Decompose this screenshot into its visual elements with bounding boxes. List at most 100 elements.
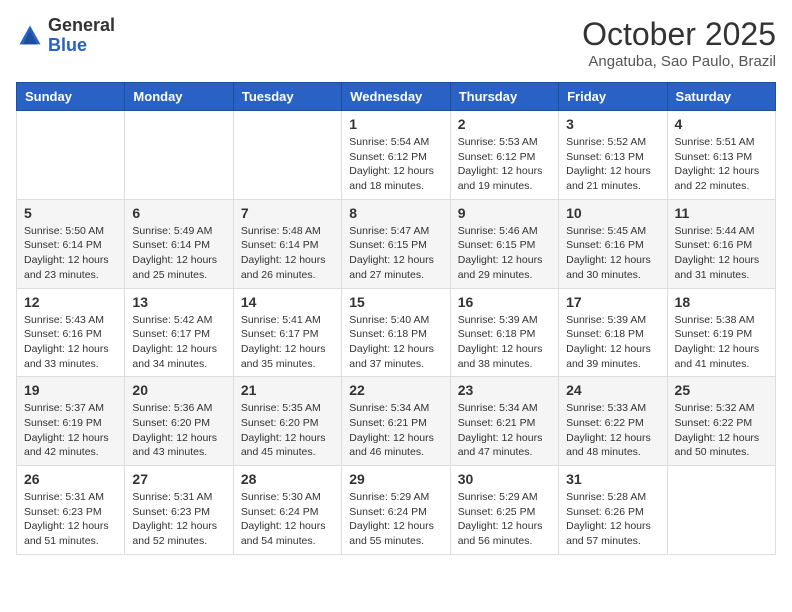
day-number: 12 bbox=[24, 294, 117, 310]
calendar-cell: 17 Sunrise: 5:39 AM Sunset: 6:18 PM Dayli… bbox=[559, 288, 667, 377]
calendar-week-2: 5 Sunrise: 5:50 AM Sunset: 6:14 PM Daylig… bbox=[17, 199, 776, 288]
day-info: Sunrise: 5:45 AM Sunset: 6:16 PM Dayligh… bbox=[566, 224, 659, 283]
calendar-cell: 24Sunrise: 5:33 AM Sunset: 6:22 PM Dayli… bbox=[559, 377, 667, 466]
day-number: 17 bbox=[566, 294, 659, 310]
day-number: 2 bbox=[458, 116, 551, 132]
day-number: 10 bbox=[566, 205, 659, 221]
day-info: Sunrise: 5:39 AM Sunset: 6:18 PM Dayligh… bbox=[566, 313, 659, 372]
calendar-cell: 28 Sunrise: 5:30 AM Sunset: 6:24 PM Dayli… bbox=[233, 466, 341, 555]
calendar-cell: 5 Sunrise: 5:50 AM Sunset: 6:14 PM Daylig… bbox=[17, 199, 125, 288]
day-info: Sunrise: 5:29 AM Sunset: 6:24 PM Dayligh… bbox=[349, 490, 442, 549]
day-info: Sunrise: 5:51 AM Sunset: 6:13 PM Dayligh… bbox=[675, 135, 768, 194]
calendar-cell: 7Sunrise: 5:48 AM Sunset: 6:14 PM Daylig… bbox=[233, 199, 341, 288]
day-info: Sunrise: 5:32 AM Sunset: 6:22 PM Dayligh… bbox=[675, 401, 768, 460]
day-number: 9 bbox=[458, 205, 551, 221]
day-info: Sunrise: 5:33 AM Sunset: 6:22 PM Dayligh… bbox=[566, 401, 659, 460]
day-info: Sunrise: 5:42 AM Sunset: 6:17 PM Dayligh… bbox=[132, 313, 225, 372]
day-number: 3 bbox=[566, 116, 659, 132]
calendar-cell: 4Sunrise: 5:51 AM Sunset: 6:13 PM Daylig… bbox=[667, 111, 775, 200]
calendar-cell: 30 Sunrise: 5:29 AM Sunset: 6:25 PM Dayli… bbox=[450, 466, 558, 555]
day-number: 16 bbox=[458, 294, 551, 310]
calendar-cell: 13 Sunrise: 5:42 AM Sunset: 6:17 PM Dayli… bbox=[125, 288, 233, 377]
day-info: Sunrise: 5:35 AM Sunset: 6:20 PM Dayligh… bbox=[241, 401, 334, 460]
calendar-table: SundayMondayTuesdayWednesdayThursdayFrid… bbox=[16, 82, 776, 555]
day-number: 25 bbox=[675, 382, 768, 398]
day-number: 6 bbox=[132, 205, 225, 221]
calendar-cell bbox=[17, 111, 125, 200]
day-number: 8 bbox=[349, 205, 442, 221]
calendar-cell: 29 Sunrise: 5:29 AM Sunset: 6:24 PM Dayli… bbox=[342, 466, 450, 555]
day-number: 7 bbox=[241, 205, 334, 221]
calendar-cell: 1 Sunrise: 5:54 AM Sunset: 6:12 PM Daylig… bbox=[342, 111, 450, 200]
day-info: Sunrise: 5:36 AM Sunset: 6:20 PM Dayligh… bbox=[132, 401, 225, 460]
day-number: 1 bbox=[349, 116, 442, 132]
day-info: Sunrise: 5:29 AM Sunset: 6:25 PM Dayligh… bbox=[458, 490, 551, 549]
logo-text: General Blue bbox=[48, 16, 115, 56]
calendar-cell: 19 Sunrise: 5:37 AM Sunset: 6:19 PM Dayli… bbox=[17, 377, 125, 466]
day-info: Sunrise: 5:43 AM Sunset: 6:16 PM Dayligh… bbox=[24, 313, 117, 372]
day-info: Sunrise: 5:31 AM Sunset: 6:23 PM Dayligh… bbox=[132, 490, 225, 549]
calendar-cell: 21 Sunrise: 5:35 AM Sunset: 6:20 PM Dayli… bbox=[233, 377, 341, 466]
day-info: Sunrise: 5:28 AM Sunset: 6:26 PM Dayligh… bbox=[566, 490, 659, 549]
calendar-cell: 2 Sunrise: 5:53 AM Sunset: 6:12 PM Daylig… bbox=[450, 111, 558, 200]
day-info: Sunrise: 5:34 AM Sunset: 6:21 PM Dayligh… bbox=[458, 401, 551, 460]
day-info: Sunrise: 5:37 AM Sunset: 6:19 PM Dayligh… bbox=[24, 401, 117, 460]
day-number: 19 bbox=[24, 382, 117, 398]
day-number: 26 bbox=[24, 471, 117, 487]
calendar-cell: 12 Sunrise: 5:43 AM Sunset: 6:16 PM Dayli… bbox=[17, 288, 125, 377]
day-info: Sunrise: 5:54 AM Sunset: 6:12 PM Dayligh… bbox=[349, 135, 442, 194]
day-info: Sunrise: 5:41 AM Sunset: 6:17 PM Dayligh… bbox=[241, 313, 334, 372]
day-number: 29 bbox=[349, 471, 442, 487]
calendar-header-row: SundayMondayTuesdayWednesdayThursdayFrid… bbox=[17, 83, 776, 111]
day-number: 13 bbox=[132, 294, 225, 310]
day-number: 21 bbox=[241, 382, 334, 398]
day-number: 20 bbox=[132, 382, 225, 398]
day-number: 30 bbox=[458, 471, 551, 487]
day-header-saturday: Saturday bbox=[667, 83, 775, 111]
day-number: 5 bbox=[24, 205, 117, 221]
calendar-cell: 16 Sunrise: 5:39 AM Sunset: 6:18 PM Dayli… bbox=[450, 288, 558, 377]
day-header-tuesday: Tuesday bbox=[233, 83, 341, 111]
calendar-cell: 3 Sunrise: 5:52 AM Sunset: 6:13 PM Daylig… bbox=[559, 111, 667, 200]
day-info: Sunrise: 5:52 AM Sunset: 6:13 PM Dayligh… bbox=[566, 135, 659, 194]
calendar-cell bbox=[667, 466, 775, 555]
calendar-cell: 15Sunrise: 5:40 AM Sunset: 6:18 PM Dayli… bbox=[342, 288, 450, 377]
calendar-cell: 18Sunrise: 5:38 AM Sunset: 6:19 PM Dayli… bbox=[667, 288, 775, 377]
calendar-cell bbox=[233, 111, 341, 200]
day-info: Sunrise: 5:34 AM Sunset: 6:21 PM Dayligh… bbox=[349, 401, 442, 460]
title-block: October 2025 Angatuba, Sao Paulo, Brazil bbox=[582, 16, 776, 70]
day-number: 14 bbox=[241, 294, 334, 310]
calendar-cell: 11Sunrise: 5:44 AM Sunset: 6:16 PM Dayli… bbox=[667, 199, 775, 288]
day-info: Sunrise: 5:31 AM Sunset: 6:23 PM Dayligh… bbox=[24, 490, 117, 549]
calendar-cell: 26 Sunrise: 5:31 AM Sunset: 6:23 PM Dayli… bbox=[17, 466, 125, 555]
day-number: 22 bbox=[349, 382, 442, 398]
day-info: Sunrise: 5:46 AM Sunset: 6:15 PM Dayligh… bbox=[458, 224, 551, 283]
calendar-cell: 6 Sunrise: 5:49 AM Sunset: 6:14 PM Daylig… bbox=[125, 199, 233, 288]
day-info: Sunrise: 5:38 AM Sunset: 6:19 PM Dayligh… bbox=[675, 313, 768, 372]
day-number: 23 bbox=[458, 382, 551, 398]
calendar-week-3: 12 Sunrise: 5:43 AM Sunset: 6:16 PM Dayli… bbox=[17, 288, 776, 377]
day-number: 11 bbox=[675, 205, 768, 221]
day-header-wednesday: Wednesday bbox=[342, 83, 450, 111]
calendar-week-5: 26 Sunrise: 5:31 AM Sunset: 6:23 PM Dayli… bbox=[17, 466, 776, 555]
calendar-cell: 14 Sunrise: 5:41 AM Sunset: 6:17 PM Dayli… bbox=[233, 288, 341, 377]
day-header-thursday: Thursday bbox=[450, 83, 558, 111]
day-info: Sunrise: 5:53 AM Sunset: 6:12 PM Dayligh… bbox=[458, 135, 551, 194]
calendar-week-1: 1 Sunrise: 5:54 AM Sunset: 6:12 PM Daylig… bbox=[17, 111, 776, 200]
logo-blue-text: Blue bbox=[48, 36, 115, 56]
day-info: Sunrise: 5:30 AM Sunset: 6:24 PM Dayligh… bbox=[241, 490, 334, 549]
day-number: 27 bbox=[132, 471, 225, 487]
day-header-sunday: Sunday bbox=[17, 83, 125, 111]
calendar-cell: 27 Sunrise: 5:31 AM Sunset: 6:23 PM Dayli… bbox=[125, 466, 233, 555]
day-info: Sunrise: 5:39 AM Sunset: 6:18 PM Dayligh… bbox=[458, 313, 551, 372]
day-info: Sunrise: 5:40 AM Sunset: 6:18 PM Dayligh… bbox=[349, 313, 442, 372]
day-info: Sunrise: 5:47 AM Sunset: 6:15 PM Dayligh… bbox=[349, 224, 442, 283]
day-info: Sunrise: 5:50 AM Sunset: 6:14 PM Dayligh… bbox=[24, 224, 117, 283]
page-header: General Blue October 2025 Angatuba, Sao … bbox=[16, 16, 776, 70]
calendar-cell: 22 Sunrise: 5:34 AM Sunset: 6:21 PM Dayli… bbox=[342, 377, 450, 466]
day-header-monday: Monday bbox=[125, 83, 233, 111]
day-header-friday: Friday bbox=[559, 83, 667, 111]
logo: General Blue bbox=[16, 16, 115, 56]
day-info: Sunrise: 5:49 AM Sunset: 6:14 PM Dayligh… bbox=[132, 224, 225, 283]
day-number: 28 bbox=[241, 471, 334, 487]
